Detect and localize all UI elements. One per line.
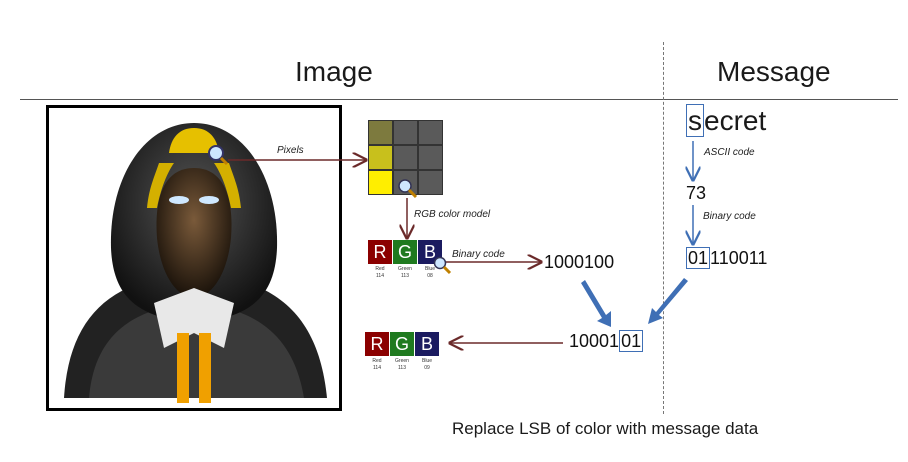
merge-arrow-left (581, 280, 611, 327)
rgb-top-g: G (393, 240, 417, 264)
rgb-top-g-value: 113 (401, 273, 409, 279)
binary-code-right-label: Binary code (703, 211, 756, 222)
rgb-bottom-r-value: 114 (373, 365, 381, 371)
rgb-bottom-r: R (365, 332, 389, 356)
pixel-binary-value: 1000100 (544, 252, 615, 272)
rgb-bottom-r-name: Red (372, 358, 382, 364)
rgb-top-r: R (368, 240, 392, 264)
rgb-bottom-g: G (390, 332, 414, 356)
rgb-top-g-name: Green (398, 266, 412, 272)
merge-arrow-right (648, 278, 688, 324)
binary-code-left-label: Binary code (452, 249, 505, 260)
pixels-label: Pixels (277, 145, 304, 156)
ascii-code-label: ASCII code (704, 147, 755, 158)
rgb-model-label: RGB color model (414, 209, 491, 220)
result-binary: 10001 01 (569, 330, 644, 352)
rgb-bottom-g-name: Green (395, 358, 409, 364)
rgb-bottom-g-value: 113 (398, 365, 406, 371)
secret-word: secret (686, 104, 767, 137)
message-binary-rest: 110011 (710, 248, 768, 268)
result-lsb-box: 01 (619, 330, 644, 352)
ascii-value: 73 (686, 183, 707, 203)
result-prefix: 10001 (569, 331, 620, 351)
secret-first-letter: s (686, 104, 704, 137)
message-binary-boxed: 01 (686, 247, 711, 269)
message-binary: 01 110011 (686, 247, 768, 269)
rgb-bottom: R G B Red Green Blue 114 113 09 (365, 332, 441, 372)
rgb-bottom-b-value: 09 (424, 365, 430, 371)
rgb-top-r-name: Red (375, 266, 385, 272)
rgb-top-r-value: 114 (376, 273, 384, 279)
magnifier-icon (433, 256, 452, 275)
arrows-layer (228, 141, 908, 462)
rgb-bottom-b: B (415, 332, 439, 356)
secret-rest: ecret (704, 105, 767, 136)
caption: Replace LSB of color with message data (452, 419, 759, 438)
rgb-bottom-b-name: Blue (421, 358, 432, 364)
